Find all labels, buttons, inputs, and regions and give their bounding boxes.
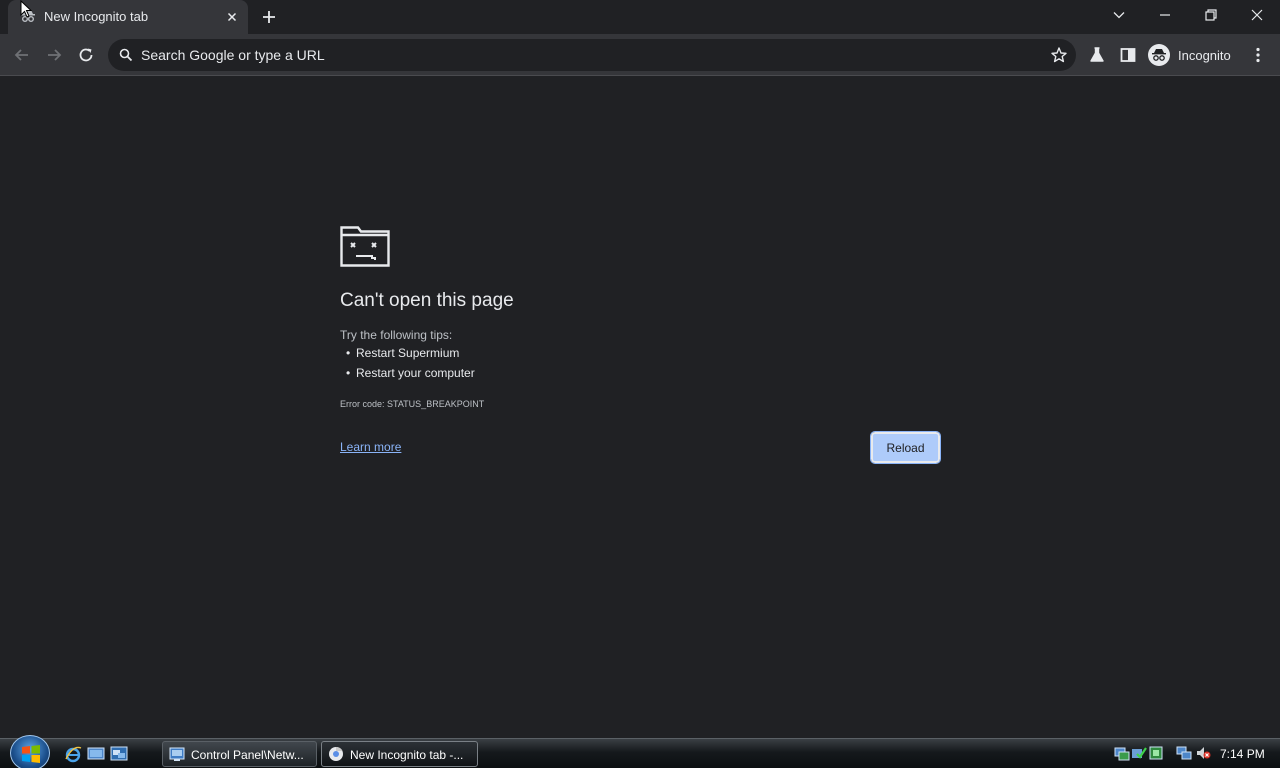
address-input[interactable] bbox=[141, 39, 1021, 71]
taskbar-button-control-panel[interactable]: Control Panel\Netw... bbox=[162, 741, 317, 767]
volume-muted-icon[interactable] bbox=[1195, 745, 1211, 761]
forward-arrow-icon[interactable] bbox=[42, 43, 66, 67]
minimize-icon[interactable] bbox=[1151, 4, 1179, 26]
menu-kebab-icon[interactable] bbox=[1246, 43, 1270, 67]
start-button[interactable] bbox=[10, 735, 50, 768]
tips-heading: Try the following tips: bbox=[340, 328, 453, 342]
action-center-tray-icon[interactable] bbox=[1148, 745, 1164, 761]
internet-explorer-icon[interactable] bbox=[64, 745, 82, 763]
reload-icon[interactable] bbox=[74, 43, 98, 67]
toolbar: Incognito bbox=[0, 34, 1280, 76]
new-tab-icon[interactable] bbox=[258, 6, 280, 28]
list-item: Restart your computer bbox=[346, 363, 475, 383]
tab-new-incognito[interactable]: New Incognito tab bbox=[8, 0, 248, 34]
taskbar: Control Panel\Netw... New Incognito tab … bbox=[0, 735, 1280, 768]
show-desktop-icon[interactable] bbox=[87, 745, 105, 763]
sad-folder-icon bbox=[340, 225, 390, 272]
security-check-tray-icon[interactable] bbox=[1131, 745, 1147, 761]
taskbar-button-label: New Incognito tab -... bbox=[350, 748, 464, 762]
back-arrow-icon[interactable] bbox=[10, 43, 34, 67]
bookmark-star-icon[interactable] bbox=[1050, 46, 1068, 69]
side-panel-icon[interactable] bbox=[1116, 43, 1140, 67]
tips-list: Restart Supermium Restart your computer bbox=[346, 343, 475, 383]
tab-title: New Incognito tab bbox=[44, 9, 149, 24]
taskbar-clock[interactable]: 7:14 PM bbox=[1220, 747, 1265, 761]
error-title: Can't open this page bbox=[340, 290, 514, 311]
learn-more-link[interactable]: Learn more bbox=[340, 440, 401, 454]
control-panel-icon bbox=[169, 746, 185, 762]
taskbar-button-browser[interactable]: New Incognito tab -... bbox=[321, 741, 478, 767]
incognito-profile-chip[interactable]: Incognito bbox=[1146, 41, 1238, 69]
close-tab-icon[interactable] bbox=[224, 9, 240, 25]
tab-search-chevron-icon[interactable] bbox=[1105, 4, 1133, 26]
close-window-icon[interactable] bbox=[1243, 4, 1271, 26]
labs-flask-icon[interactable] bbox=[1085, 43, 1109, 67]
omnibox[interactable] bbox=[108, 39, 1076, 71]
browser-icon bbox=[328, 746, 344, 762]
mouse-cursor-icon bbox=[20, 0, 33, 23]
page-content: Can't open this page Try the following t… bbox=[0, 77, 1280, 738]
switch-windows-icon[interactable] bbox=[110, 745, 128, 763]
network-tray-icon[interactable] bbox=[1114, 745, 1130, 761]
windows-logo-icon bbox=[22, 745, 40, 763]
reload-button[interactable]: Reload bbox=[870, 431, 941, 464]
search-icon bbox=[119, 48, 133, 67]
incognito-avatar-icon bbox=[1148, 44, 1170, 66]
profile-label: Incognito bbox=[1178, 48, 1231, 63]
browser-window: New Incognito tab Search Google or type … bbox=[0, 0, 1280, 768]
error-code: Error code: STATUS_BREAKPOINT bbox=[340, 399, 485, 409]
tab-strip: New Incognito tab bbox=[0, 0, 1280, 34]
restore-icon[interactable] bbox=[1197, 4, 1225, 26]
list-item: Restart Supermium bbox=[346, 343, 475, 363]
taskbar-button-label: Control Panel\Netw... bbox=[191, 748, 304, 762]
network-connection-tray-icon[interactable] bbox=[1176, 745, 1192, 761]
